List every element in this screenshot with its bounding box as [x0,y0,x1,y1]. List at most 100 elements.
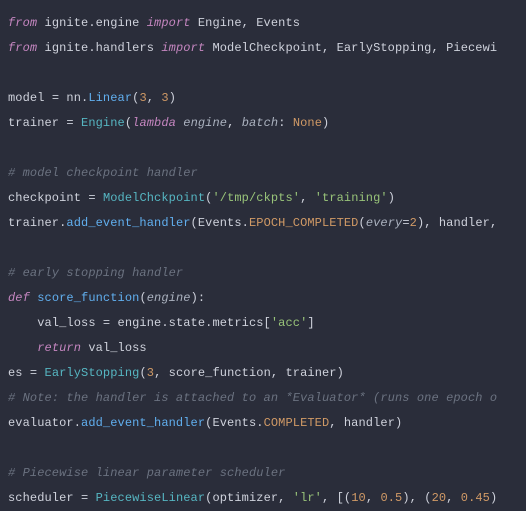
code-token: every [366,216,403,230]
code-token: , [300,191,315,205]
code-token: lambda [132,116,176,130]
code-line: # model checkpoint handler [8,166,198,180]
code-token: 3 [147,366,154,380]
code-line: from ignite.handlers import ModelCheckpo… [8,41,497,55]
code-line: val_loss = engine.state.metrics['acc'] [8,316,315,330]
code-line: def score_function(engine): [8,291,205,305]
code-token: 2 [410,216,417,230]
code-token: , [227,116,242,130]
code-token: import [147,16,198,30]
code-token: 0.5 [380,491,402,505]
code-token: = [402,216,409,230]
code-token: , [( [322,491,351,505]
code-token [8,341,37,355]
code-token: def [8,291,37,305]
code-token: add_event_handler [66,216,190,230]
code-token: ignite.engine [45,16,147,30]
code-token: ) [388,191,395,205]
code-token: nn. [66,91,88,105]
code-token: (Events. [191,216,249,230]
code-token: = [66,116,81,130]
code-token: # model checkpoint handler [8,166,198,180]
code-line: from ignite.engine import Engine, Events [8,16,300,30]
code-token: 10 [351,491,366,505]
code-token: es [8,366,30,380]
code-line: # Piecewise linear parameter scheduler [8,466,285,480]
code-token: : [278,116,293,130]
code-token: model [8,91,52,105]
code-line: evaluator.add_event_handler(Events.COMPL… [8,416,402,430]
code-token: trainer [8,116,66,130]
code-token: scheduler [8,491,81,505]
code-token: None [293,116,322,130]
code-token: batch [242,116,279,130]
code-token: , [147,91,162,105]
code-line: checkpoint = ModelChckpoint('/tmp/ckpts'… [8,191,395,205]
code-token: ModelChckpoint [103,191,205,205]
code-token: ( [359,216,366,230]
code-line: scheduler = PiecewiseLinear(optimizer, '… [8,491,497,505]
code-token: = [88,191,103,205]
code-token: ignite.handlers [45,41,162,55]
code-token: ) [490,491,497,505]
code-token: 0.45 [461,491,490,505]
code-token: 'acc' [271,316,308,330]
code-token: trainer. [8,216,66,230]
code-token: score_function [37,291,139,305]
code-line: # Note: the handler is attached to an *E… [8,391,497,405]
code-token: , [366,491,381,505]
code-token: 20 [432,491,447,505]
code-token: ] [307,316,314,330]
code-token: , handler) [329,416,402,430]
code-token: EPOCH_COMPLETED [249,216,359,230]
code-token: add_event_handler [81,416,205,430]
code-token: evaluator. [8,416,81,430]
code-token: # Note: the handler is attached to an *E… [8,391,497,405]
code-token: 3 [161,91,168,105]
code-token: # Piecewise linear parameter scheduler [8,466,285,480]
code-token: ) [322,116,329,130]
code-token: = [30,366,45,380]
code-token: # early stopping handler [8,266,183,280]
code-token: engine [183,116,227,130]
code-token: ( [139,291,146,305]
code-token: return [37,341,88,355]
code-line: trainer = Engine(lambda engine, batch: N… [8,116,329,130]
code-token: Linear [88,91,132,105]
code-token: Engine, Events [198,16,300,30]
code-token: ): [191,291,206,305]
code-token: , [446,491,461,505]
code-token: 'lr' [293,491,322,505]
code-token: , score_function, trainer) [154,366,344,380]
code-token: = [52,91,67,105]
code-token: = [81,491,96,505]
code-token: '/tmp/ckpts' [212,191,300,205]
code-token: ModelCheckpoint, EarlyStopping, Piecewi [212,41,497,55]
code-token: import [161,41,212,55]
code-token: ), ( [402,491,431,505]
code-token: ( [139,366,146,380]
code-line: trainer.add_event_handler(Events.EPOCH_C… [8,216,497,230]
code-content: from ignite.engine import Engine, Events… [8,16,497,511]
code-line: return val_loss [8,341,147,355]
code-token: COMPLETED [264,416,330,430]
code-line: model = nn.Linear(3, 3) [8,91,176,105]
code-block: from ignite.engine import Engine, Events… [0,0,526,511]
code-line: es = EarlyStopping(3, score_function, tr… [8,366,344,380]
code-token: checkpoint [8,191,88,205]
code-line: # early stopping handler [8,266,183,280]
code-token: val_loss [88,341,146,355]
code-token: 'training' [315,191,388,205]
code-token: ) [169,91,176,105]
code-token: (optimizer, [205,491,293,505]
code-token: = [103,316,118,330]
code-token: ), handler, [417,216,497,230]
code-token: PiecewiseLinear [96,491,206,505]
code-token: 3 [139,91,146,105]
code-token: from [8,16,45,30]
code-token: val_loss [8,316,103,330]
code-token: engine.state.metrics[ [118,316,271,330]
code-token: from [8,41,45,55]
code-token: EarlyStopping [45,366,140,380]
code-token: Engine [81,116,125,130]
